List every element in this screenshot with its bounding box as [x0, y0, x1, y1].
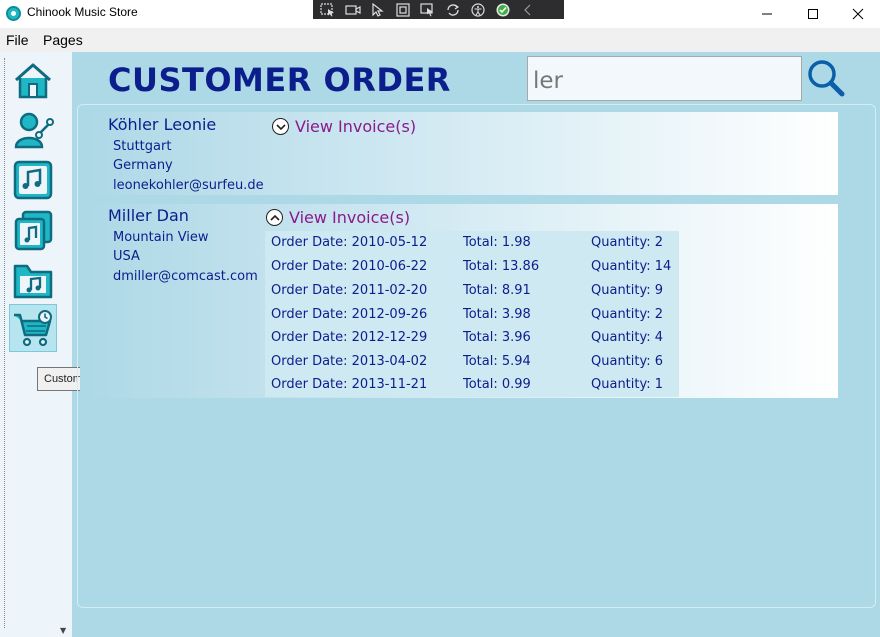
album-icon	[14, 210, 53, 251]
order-date: Order Date: 2011-02-20	[271, 283, 428, 298]
artist-icon	[14, 112, 54, 149]
customer-email: leonekohler@surfeu.de	[113, 178, 264, 193]
music-folder-icon	[13, 264, 53, 299]
nav-item-albums[interactable]	[9, 206, 57, 254]
order-date: Order Date: 2012-12-29	[271, 330, 428, 345]
order-total: Total: 3.96	[463, 330, 531, 345]
customer-card: Miller Dan Mountain View USA dmiller@com…	[80, 204, 838, 398]
page-title: CUSTOMER ORDER	[108, 61, 451, 99]
customer-email: dmiller@comcast.com	[113, 269, 258, 284]
order-total: Total: 1.98	[463, 235, 531, 250]
view-invoices-label: View Invoice(s)	[295, 117, 417, 136]
order-row[interactable]: Order Date: 2013-11-21 Total: 0.99 Quant…	[265, 377, 679, 400]
view-invoices-toggle[interactable]: View Invoice(s)	[272, 117, 416, 136]
app-icon	[6, 6, 21, 21]
menu-bar: File Pages	[0, 28, 880, 52]
customer-city: Mountain View	[113, 230, 209, 245]
order-quantity: Quantity: 2	[591, 235, 664, 250]
customer-name: Miller Dan	[108, 206, 189, 225]
close-icon	[852, 8, 864, 20]
order-date: Order Date: 2012-09-26	[271, 307, 428, 322]
cursor-icon[interactable]	[369, 2, 387, 17]
order-row[interactable]: Order Date: 2013-04-02 Total: 5.94 Quant…	[265, 354, 679, 377]
order-row[interactable]: Order Date: 2012-12-29 Total: 3.96 Quant…	[265, 330, 679, 353]
menu-file[interactable]: File	[6, 32, 29, 48]
order-quantity: Quantity: 1	[591, 377, 664, 392]
order-date: Order Date: 2010-06-22	[271, 259, 428, 274]
orders-table: Order Date: 2010-05-12 Total: 1.98 Quant…	[265, 231, 679, 397]
search-icon	[808, 60, 845, 97]
chevron-up-icon	[266, 209, 283, 226]
order-total: Total: 8.91	[463, 283, 531, 298]
order-row[interactable]: Order Date: 2010-05-12 Total: 1.98 Quant…	[265, 235, 679, 258]
home-icon	[15, 63, 51, 99]
order-quantity: Quantity: 6	[591, 354, 664, 369]
order-total: Total: 5.94	[463, 354, 531, 369]
minimize-button[interactable]	[744, 0, 790, 28]
order-quantity: Quantity: 9	[591, 283, 664, 298]
order-row[interactable]: Order Date: 2010-06-22 Total: 13.86 Quan…	[265, 259, 679, 282]
nav-item-playlists[interactable]	[9, 256, 57, 304]
maximize-button[interactable]	[790, 0, 836, 28]
view-invoices-toggle[interactable]: View Invoice(s)	[266, 208, 410, 227]
nav-item-tracks[interactable]	[9, 156, 57, 204]
layout-adorner-icon[interactable]	[394, 2, 412, 17]
select-element-icon[interactable]	[319, 2, 337, 17]
order-date: Order Date: 2013-04-02	[271, 354, 428, 369]
customer-country: USA	[113, 249, 140, 264]
order-quantity: Quantity: 2	[591, 307, 664, 322]
search-input[interactable]	[527, 56, 802, 101]
video-icon[interactable]	[344, 2, 362, 17]
nav-item-customer-orders[interactable]	[9, 304, 57, 352]
window-title: Chinook Music Store	[27, 5, 138, 19]
order-quantity: Quantity: 14	[591, 259, 672, 274]
shopping-cart-icon	[14, 310, 52, 347]
nav-item-artists[interactable]	[9, 106, 57, 154]
music-note-icon	[13, 160, 53, 200]
accessibility-icon[interactable]	[469, 2, 487, 17]
nav-item-home[interactable]	[9, 57, 57, 105]
close-button[interactable]	[835, 0, 880, 28]
chevron-down-icon	[272, 118, 289, 135]
title-bar: Chinook Music Store	[0, 0, 880, 28]
order-quantity: Quantity: 4	[591, 330, 664, 345]
order-total: Total: 0.99	[463, 377, 531, 392]
collapse-toolbar-icon[interactable]	[519, 2, 537, 17]
customer-name: Köhler Leonie	[108, 115, 217, 134]
maximize-icon	[808, 9, 818, 19]
menu-pages[interactable]: Pages	[43, 32, 83, 48]
order-total: Total: 3.98	[463, 307, 531, 322]
order-date: Order Date: 2013-11-21	[271, 377, 428, 392]
minimize-icon	[762, 13, 772, 15]
debug-toolbar	[313, 0, 564, 19]
nav-scrollbar[interactable]	[4, 58, 5, 628]
view-invoices-label: View Invoice(s)	[289, 208, 411, 227]
order-date: Order Date: 2010-05-12	[271, 235, 428, 250]
scroll-down-icon[interactable]: ▼	[60, 626, 66, 635]
left-nav: ▼	[0, 52, 72, 637]
hot-reload-icon[interactable]	[444, 2, 462, 17]
order-row[interactable]: Order Date: 2012-09-26 Total: 3.98 Quant…	[265, 307, 679, 330]
status-check-icon[interactable]	[494, 2, 512, 17]
search-button[interactable]	[806, 58, 846, 98]
customer-city: Stuttgart	[113, 139, 172, 154]
order-total: Total: 13.86	[463, 259, 540, 274]
order-row[interactable]: Order Date: 2011-02-20 Total: 8.91 Quant…	[265, 283, 679, 306]
track-focus-icon[interactable]	[419, 2, 437, 17]
customer-card: Köhler Leonie Stuttgart Germany leonekoh…	[80, 112, 838, 195]
customer-country: Germany	[113, 158, 173, 173]
